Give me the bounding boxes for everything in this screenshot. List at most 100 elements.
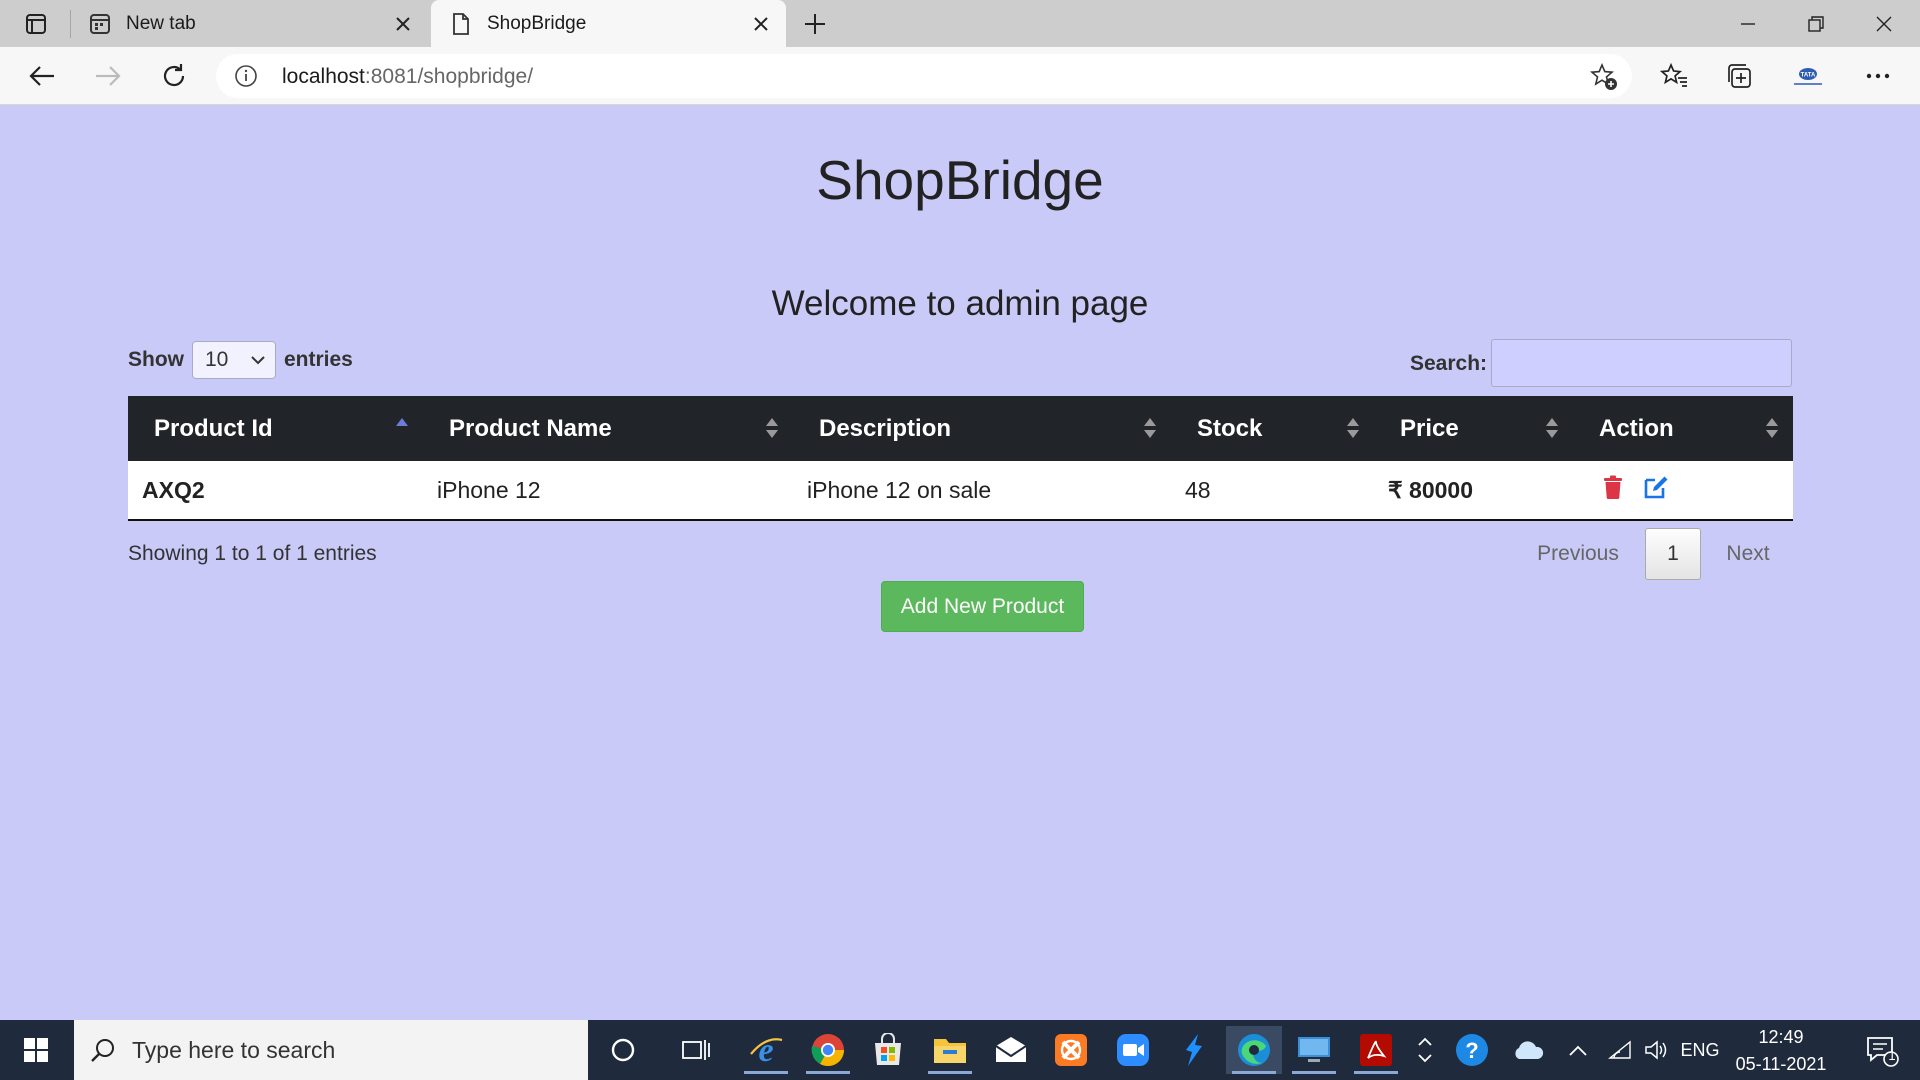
minimize-icon[interactable] bbox=[1714, 0, 1782, 47]
file-explorer-icon[interactable] bbox=[922, 1026, 978, 1074]
column-label: Product Name bbox=[449, 414, 612, 442]
acrobat-icon[interactable] bbox=[1348, 1026, 1404, 1074]
url-path: :8081/shopbridge/ bbox=[364, 65, 534, 88]
cell-actions bbox=[1573, 461, 1793, 519]
cortana-icon[interactable] bbox=[595, 1026, 651, 1074]
entries-select-value: 10 bbox=[205, 348, 229, 371]
restore-icon[interactable] bbox=[1782, 0, 1850, 47]
taskbar-scroll-arrows[interactable] bbox=[1412, 1020, 1438, 1080]
taskbar-search-placeholder: Type here to search bbox=[132, 1036, 336, 1063]
next-page-button[interactable]: Next bbox=[1708, 528, 1788, 580]
internet-explorer-icon[interactable]: e bbox=[738, 1026, 794, 1074]
taskbar-search-box[interactable]: Type here to search bbox=[74, 1020, 588, 1080]
tab-actions-icon[interactable] bbox=[16, 4, 56, 44]
tab-new-tab[interactable]: New tab bbox=[70, 0, 428, 47]
zoom-icon[interactable] bbox=[1105, 1026, 1161, 1074]
profile-avatar[interactable]: TATA bbox=[1788, 56, 1828, 96]
tab-title: New tab bbox=[126, 12, 196, 34]
close-icon[interactable] bbox=[746, 9, 776, 39]
column-header-action[interactable]: Action bbox=[1573, 396, 1793, 461]
add-favorite-icon[interactable] bbox=[1590, 62, 1618, 96]
table-info: Showing 1 to 1 of 1 entries bbox=[128, 542, 377, 565]
site-info-icon[interactable] bbox=[234, 64, 258, 93]
svg-text:?: ? bbox=[1465, 1038, 1478, 1063]
cell-stock: 48 bbox=[1185, 476, 1211, 503]
search-input[interactable] bbox=[1491, 339, 1792, 387]
edit-icon[interactable] bbox=[1643, 475, 1669, 505]
new-tab-plus-icon[interactable] bbox=[795, 4, 835, 44]
running-indicator bbox=[1232, 1071, 1276, 1074]
products-table: Product Id Product Name Description Stoc… bbox=[128, 396, 1793, 521]
sort-ascending-icon bbox=[396, 418, 408, 426]
running-indicator bbox=[806, 1071, 850, 1074]
entries-select[interactable]: 10 bbox=[192, 341, 276, 379]
running-indicator bbox=[1292, 1071, 1336, 1074]
taskbar: Type here to search e ? ENG 12:49 05-11-… bbox=[0, 1020, 1920, 1080]
wifi-icon[interactable] bbox=[1602, 1020, 1638, 1080]
help-icon[interactable]: ? bbox=[1446, 1020, 1498, 1080]
remote-desktop-icon[interactable] bbox=[1286, 1026, 1342, 1074]
cell-description: iPhone 12 on sale bbox=[807, 476, 992, 503]
favorites-icon[interactable] bbox=[1654, 56, 1694, 96]
forward-icon[interactable] bbox=[88, 56, 128, 96]
page-title: ShopBridge bbox=[816, 149, 1104, 211]
sort-icon bbox=[1546, 418, 1558, 438]
svg-text:e: e bbox=[758, 1032, 773, 1068]
delete-icon[interactable] bbox=[1603, 475, 1623, 505]
more-options-icon[interactable] bbox=[1858, 56, 1898, 96]
start-button[interactable] bbox=[0, 1020, 72, 1080]
back-icon[interactable] bbox=[22, 56, 62, 96]
language-indicator[interactable]: ENG bbox=[1676, 1020, 1724, 1080]
column-header-price[interactable]: Price bbox=[1374, 396, 1573, 461]
running-indicator bbox=[744, 1071, 788, 1074]
column-label: Description bbox=[819, 414, 952, 442]
mail-icon[interactable] bbox=[983, 1026, 1039, 1074]
url-text: localhost:8081/shopbridge/ bbox=[282, 65, 533, 89]
task-view-icon[interactable] bbox=[668, 1026, 724, 1074]
search-label: Search: bbox=[1410, 352, 1488, 375]
show-label: Show bbox=[128, 348, 184, 371]
search-icon bbox=[91, 1039, 114, 1062]
clock-time: 12:49 bbox=[1758, 1027, 1804, 1047]
clock[interactable]: 12:49 05-11-2021 bbox=[1728, 1020, 1834, 1080]
column-header-description[interactable]: Description bbox=[793, 396, 1171, 461]
column-label: Stock bbox=[1197, 414, 1263, 442]
edge-icon[interactable] bbox=[1226, 1026, 1282, 1074]
show-hidden-icons-icon[interactable] bbox=[1560, 1020, 1596, 1080]
xampp-icon[interactable] bbox=[1043, 1026, 1099, 1074]
microsoft-store-icon[interactable] bbox=[860, 1026, 916, 1074]
sort-icon bbox=[766, 418, 778, 438]
cell-product-name: iPhone 12 bbox=[437, 476, 541, 503]
cell-product-id: AXQ2 bbox=[142, 476, 205, 503]
close-window-icon[interactable] bbox=[1850, 0, 1918, 47]
cell-price: ₹ 80000 bbox=[1388, 476, 1473, 503]
onedrive-icon[interactable] bbox=[1506, 1020, 1550, 1080]
page-1-button[interactable]: 1 bbox=[1645, 528, 1701, 580]
windows-icon bbox=[24, 1038, 48, 1062]
url-field[interactable]: localhost:8081/shopbridge/ bbox=[216, 54, 1632, 98]
volume-icon[interactable] bbox=[1638, 1020, 1674, 1080]
notifications-icon[interactable]: 1 bbox=[1852, 1020, 1912, 1080]
notification-count: 1 bbox=[1888, 1048, 1896, 1063]
add-new-product-button[interactable]: Add New Product bbox=[881, 581, 1084, 632]
new-tab-icon bbox=[88, 12, 112, 36]
column-header-stock[interactable]: Stock bbox=[1171, 396, 1374, 461]
column-header-product-id[interactable]: Product Id bbox=[128, 396, 423, 461]
vscode-icon[interactable] bbox=[1165, 1026, 1221, 1074]
column-label: Action bbox=[1599, 414, 1674, 442]
tab-shopbridge[interactable]: ShopBridge bbox=[431, 0, 786, 47]
chevron-down-icon bbox=[251, 355, 265, 364]
previous-page-button[interactable]: Previous bbox=[1518, 528, 1638, 580]
chrome-icon[interactable] bbox=[800, 1026, 856, 1074]
entries-label: entries bbox=[284, 348, 353, 371]
column-header-product-name[interactable]: Product Name bbox=[423, 396, 793, 461]
address-bar: localhost:8081/shopbridge/ TATA bbox=[0, 47, 1920, 105]
browser-tab-bar: New tab ShopBridge bbox=[0, 0, 1920, 47]
refresh-icon[interactable] bbox=[154, 56, 194, 96]
table-header: Product Id Product Name Description Stoc… bbox=[128, 396, 1793, 461]
running-indicator bbox=[1354, 1071, 1398, 1074]
chevron-up-icon bbox=[1418, 1037, 1432, 1046]
collections-icon[interactable] bbox=[1720, 56, 1760, 96]
running-indicator bbox=[928, 1071, 972, 1074]
close-icon[interactable] bbox=[388, 9, 418, 39]
